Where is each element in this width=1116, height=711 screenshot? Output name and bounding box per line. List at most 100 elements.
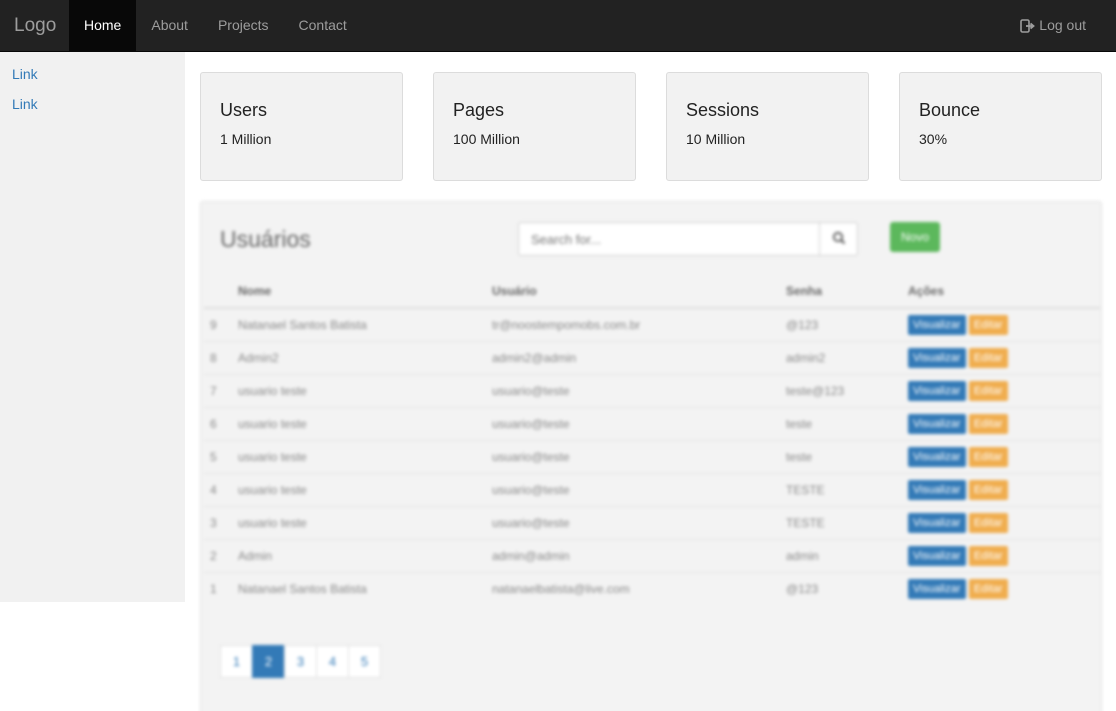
page-5[interactable]: 5 bbox=[348, 645, 381, 678]
logout-link[interactable]: Log out bbox=[1020, 0, 1086, 51]
cell-id: 2 bbox=[204, 538, 238, 572]
stat-value: 30% bbox=[919, 131, 948, 147]
cell-usuario: admin2@admin bbox=[492, 340, 786, 374]
log-out-icon bbox=[1020, 18, 1036, 33]
view-button[interactable]: Visualizar bbox=[908, 314, 966, 335]
col-acoes: Ações bbox=[908, 274, 1100, 309]
stat-value: 10 Million bbox=[686, 131, 746, 147]
cell-senha: @123 bbox=[786, 571, 908, 605]
edit-button[interactable]: Editar bbox=[968, 413, 1008, 434]
col-nome: Nome bbox=[238, 274, 492, 309]
cell-id: 4 bbox=[204, 472, 238, 506]
cell-actions: Visualizar Editar bbox=[908, 472, 1100, 506]
sidebar-link-1[interactable]: Link bbox=[0, 62, 185, 92]
edit-button[interactable]: Editar bbox=[968, 512, 1008, 533]
search-input[interactable] bbox=[518, 222, 820, 256]
cell-nome: Admin2 bbox=[238, 340, 492, 374]
stat-title: Sessions bbox=[686, 100, 760, 120]
stat-card-users: Users 1 Million bbox=[200, 72, 403, 181]
new-user-button[interactable]: Novo bbox=[890, 222, 940, 252]
table-row: 9 Natanael Santos Batista tr@noostempomobs… bbox=[204, 307, 1100, 341]
brand-logo[interactable]: Logo bbox=[0, 0, 70, 51]
search-button[interactable] bbox=[820, 222, 858, 256]
edit-button[interactable]: Editar bbox=[968, 545, 1008, 566]
table-row: 6 usuario teste usuario@teste teste Visualiz… bbox=[204, 406, 1100, 440]
cell-id: 7 bbox=[204, 373, 238, 407]
nav-contact[interactable]: Contact bbox=[284, 0, 362, 51]
cell-id: 5 bbox=[204, 439, 238, 473]
view-button[interactable]: Visualizar bbox=[908, 347, 966, 368]
cell-usuario: usuario@teste bbox=[492, 472, 786, 506]
nav-about[interactable]: About bbox=[136, 0, 203, 51]
page-4[interactable]: 4 bbox=[316, 645, 349, 678]
view-button[interactable]: Visualizar bbox=[908, 545, 966, 566]
cell-senha: admin bbox=[786, 538, 908, 572]
col-usuario: Usuário bbox=[492, 274, 786, 309]
users-table: Nome Usuário Senha Ações 9 Natanael Santo… bbox=[204, 274, 1100, 605]
cell-senha: teste@123 bbox=[786, 373, 908, 407]
cell-usuario: usuario@teste bbox=[492, 505, 786, 539]
col-id bbox=[204, 274, 238, 309]
cell-senha: @123 bbox=[786, 307, 908, 341]
col-senha: Senha bbox=[786, 274, 908, 309]
panel-title: Usuários bbox=[220, 226, 311, 252]
cell-senha: TESTE bbox=[786, 505, 908, 539]
page-1[interactable]: 1 bbox=[220, 645, 253, 678]
cell-nome: usuario teste bbox=[238, 505, 492, 539]
cell-usuario: usuario@teste bbox=[492, 406, 786, 440]
stat-title: Users bbox=[220, 100, 268, 120]
page-3[interactable]: 3 bbox=[284, 645, 317, 678]
cell-actions: Visualizar Editar bbox=[908, 340, 1100, 374]
table-row: 7 usuario teste usuario@teste teste@123 Visu… bbox=[204, 373, 1100, 407]
view-button[interactable]: Visualizar bbox=[908, 479, 966, 500]
table-row: 8 Admin2 admin2@admin admin2 Visualizar Edit… bbox=[204, 340, 1100, 374]
cell-usuario: natanaelbatista@live.com bbox=[492, 571, 786, 605]
view-button[interactable]: Visualizar bbox=[908, 512, 966, 533]
cell-senha: teste bbox=[786, 406, 908, 440]
logout-label: Log out bbox=[1039, 17, 1086, 33]
stat-card-sessions: Sessions 10 Million bbox=[666, 72, 869, 181]
stat-card-pages: Pages 100 Million bbox=[433, 72, 636, 181]
table-row: 3 usuario teste usuario@teste TESTE Visualiz… bbox=[204, 505, 1100, 539]
sidebar: Link Link bbox=[0, 52, 185, 602]
main-nav: Home About Projects Contact bbox=[69, 0, 362, 51]
sidebar-link-2[interactable]: Link bbox=[0, 92, 185, 122]
stat-title: Bounce bbox=[919, 100, 981, 120]
cell-nome: usuario teste bbox=[238, 373, 492, 407]
cell-actions: Visualizar Editar bbox=[908, 505, 1100, 539]
cell-id: 6 bbox=[204, 406, 238, 440]
cell-usuario: admin@admin bbox=[492, 538, 786, 572]
nav-home[interactable]: Home bbox=[69, 0, 137, 51]
cell-id: 3 bbox=[204, 505, 238, 539]
edit-button[interactable]: Editar bbox=[968, 314, 1008, 335]
table-row: 2 Admin admin@admin admin Visualizar Editar bbox=[204, 538, 1100, 572]
search-icon bbox=[832, 231, 846, 248]
cell-nome: Admin bbox=[238, 538, 492, 572]
edit-button[interactable]: Editar bbox=[968, 578, 1008, 599]
nav-projects[interactable]: Projects bbox=[203, 0, 284, 51]
pagination: 1 2 3 4 5 bbox=[220, 645, 381, 678]
view-button[interactable]: Visualizar bbox=[908, 413, 966, 434]
edit-button[interactable]: Editar bbox=[968, 347, 1008, 368]
view-button[interactable]: Visualizar bbox=[908, 380, 966, 401]
top-navbar: Logo Home About Projects Contact Log out bbox=[0, 0, 1116, 52]
table-row: 1 Natanael Santos Batista natanaelbatista@… bbox=[204, 571, 1100, 605]
users-panel: Usuários Novo Nome Usuário Senha Ações 9… bbox=[200, 201, 1102, 711]
cell-nome: usuario teste bbox=[238, 439, 492, 473]
edit-button[interactable]: Editar bbox=[968, 479, 1008, 500]
edit-button[interactable]: Editar bbox=[968, 446, 1008, 467]
cell-usuario: usuario@teste bbox=[492, 439, 786, 473]
page-2[interactable]: 2 bbox=[252, 645, 285, 678]
view-button[interactable]: Visualizar bbox=[908, 578, 966, 599]
cell-id: 9 bbox=[204, 307, 238, 341]
view-button[interactable]: Visualizar bbox=[908, 446, 966, 467]
cell-senha: teste bbox=[786, 439, 908, 473]
cell-senha: TESTE bbox=[786, 472, 908, 506]
table-row: 5 usuario teste usuario@teste teste Visualiz… bbox=[204, 439, 1100, 473]
cell-usuario: usuario@teste bbox=[492, 373, 786, 407]
cell-actions: Visualizar Editar bbox=[908, 439, 1100, 473]
stat-card-bounce: Bounce 30% bbox=[899, 72, 1102, 181]
table-row: 4 usuario teste usuario@teste TESTE Visualiz… bbox=[204, 472, 1100, 506]
edit-button[interactable]: Editar bbox=[968, 380, 1008, 401]
cell-actions: Visualizar Editar bbox=[908, 538, 1100, 572]
